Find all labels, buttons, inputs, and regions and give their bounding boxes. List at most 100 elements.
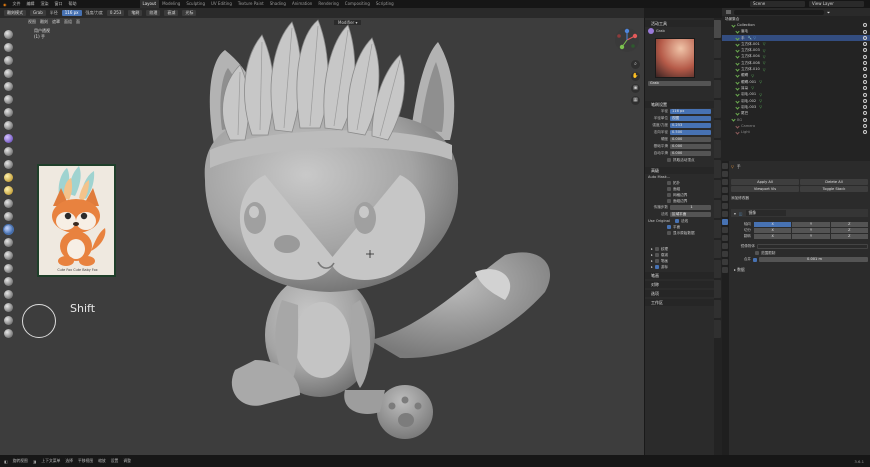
brush-selector[interactable]: Grab xyxy=(30,10,46,16)
modifier-wrench-icon[interactable] xyxy=(722,219,728,225)
pan-hand-icon[interactable]: ✋ xyxy=(631,72,640,81)
field-value[interactable]: 0.000 xyxy=(670,151,711,156)
section-symmetry[interactable]: 对称 xyxy=(645,281,714,288)
multiplane-scrape-icon[interactable] xyxy=(4,199,13,208)
clay-strips-brush-icon[interactable] xyxy=(4,69,13,78)
checkbox-box[interactable] xyxy=(667,181,671,185)
particles-tab-icon[interactable] xyxy=(722,227,728,233)
visibility-eye-icon[interactable] xyxy=(863,54,867,59)
layer-brush-icon[interactable] xyxy=(4,95,13,104)
axis-z-toggle[interactable]: Z xyxy=(830,222,868,227)
delete-all-button[interactable]: Delete All xyxy=(800,179,868,185)
checkbox-box[interactable] xyxy=(667,199,671,203)
radius-field[interactable]: 116 px xyxy=(61,10,82,16)
rotate-brush-icon[interactable] xyxy=(4,277,13,286)
texture-tab-icon[interactable] xyxy=(722,267,728,273)
data-subpanel[interactable]: ▸ 数据 xyxy=(731,266,868,273)
visibility-eye-icon[interactable] xyxy=(863,61,867,66)
visibility-eye-icon[interactable] xyxy=(863,105,867,110)
header-menu-falloff[interactable]: 衰减 xyxy=(164,10,179,16)
flip-z-toggle[interactable]: Z xyxy=(830,234,868,239)
workspace-tab-shading[interactable]: Shading xyxy=(267,0,289,8)
thumb-brush-icon[interactable] xyxy=(4,238,13,247)
checkbox-box[interactable] xyxy=(654,247,659,251)
move-tool-icon[interactable] xyxy=(4,316,13,325)
tab-addon-6[interactable] xyxy=(714,180,721,198)
workspace-tab-layout[interactable]: Layout xyxy=(139,0,160,8)
mirror-modifier-header[interactable]: ▾ ◫ 镜像 xyxy=(731,209,868,217)
brush-preview[interactable] xyxy=(655,38,695,78)
smooth-brush-icon[interactable] xyxy=(4,147,13,156)
subsection-cursor[interactable]: ▸ 游标 xyxy=(645,264,714,270)
tab-tool[interactable] xyxy=(714,20,721,38)
blob-brush-icon[interactable] xyxy=(4,121,13,130)
checkbox-box[interactable] xyxy=(654,265,659,269)
material-tab-icon[interactable] xyxy=(722,259,728,265)
scene-tab-icon[interactable] xyxy=(722,195,728,201)
menu-render[interactable]: 渲染 xyxy=(38,1,52,7)
checkbox-box[interactable] xyxy=(654,259,659,263)
expand-chevron-icon[interactable]: ▾ xyxy=(734,211,736,216)
zoom-icon[interactable]: ⌕ xyxy=(631,60,640,69)
active-tool-heading[interactable]: 活动工具 xyxy=(645,20,714,27)
outliner-item[interactable]: Light xyxy=(722,129,870,135)
visibility-eye-icon[interactable] xyxy=(863,35,867,40)
visibility-eye-icon[interactable] xyxy=(863,130,867,135)
header-menu-brush[interactable]: 笔刷 xyxy=(128,10,143,16)
menu-file[interactable]: 文件 xyxy=(10,1,24,7)
workspace-tab-rendering[interactable]: Rendering xyxy=(315,0,341,8)
camera-view-icon[interactable]: ▣ xyxy=(631,84,640,93)
checkbox-box[interactable] xyxy=(667,231,671,235)
pinch-brush-icon[interactable] xyxy=(4,212,13,221)
bisect-z-toggle[interactable]: Z xyxy=(830,228,868,233)
tab-addon-12[interactable] xyxy=(714,300,721,318)
field-value[interactable]: 区域平面 xyxy=(670,212,711,217)
axis-y-toggle[interactable]: Y xyxy=(792,222,830,227)
visibility-eye-icon[interactable] xyxy=(863,42,867,47)
mirror-object-field[interactable] xyxy=(757,244,868,249)
grab-tool-icon[interactable] xyxy=(648,27,654,34)
header-menu-cursor[interactable]: 光标 xyxy=(182,10,197,16)
toggle-stack-button[interactable]: Toggle Stack xyxy=(800,186,868,192)
workspace-tab-uv[interactable]: UV Editing xyxy=(208,0,235,8)
data-tab-icon[interactable] xyxy=(722,251,728,257)
show-original-checkbox[interactable]: 显示原始数据 xyxy=(645,230,714,236)
brush-name-field[interactable]: Grab xyxy=(648,81,711,86)
menu-help[interactable]: 帮助 xyxy=(66,1,80,7)
mode-selector[interactable]: 雕刻模式 xyxy=(4,10,26,16)
output-tab-icon[interactable] xyxy=(722,179,728,185)
tab-addon-11[interactable] xyxy=(714,280,721,298)
section-stroke[interactable]: 笔画 xyxy=(645,272,714,279)
flip-x-toggle[interactable]: X xyxy=(754,234,792,239)
tab-addon-13[interactable] xyxy=(714,320,721,338)
nudge-brush-icon[interactable] xyxy=(4,264,13,273)
projection-grid-icon[interactable]: ▦ xyxy=(631,96,640,105)
grab-brush-icon[interactable] xyxy=(4,134,13,143)
tab-addon-7[interactable] xyxy=(714,200,721,218)
workspace-tab-scripting[interactable]: Scripting xyxy=(373,0,397,8)
tab-addon-5[interactable] xyxy=(714,160,721,178)
physics-tab-icon[interactable] xyxy=(722,235,728,241)
world-tab-icon[interactable] xyxy=(722,203,728,209)
apply-all-button[interactable]: Apply All xyxy=(731,179,799,185)
axis-x-toggle[interactable]: X xyxy=(754,222,792,227)
visibility-eye-icon[interactable] xyxy=(863,124,867,129)
tab-item[interactable] xyxy=(714,60,721,78)
visibility-eye-icon[interactable] xyxy=(863,73,867,78)
add-modifier-dropdown[interactable]: 添加修改器 xyxy=(731,195,868,201)
checkbox-box[interactable] xyxy=(667,225,671,229)
field-value[interactable]: 0.253 xyxy=(670,123,711,128)
snake-hook-brush-icon[interactable] xyxy=(4,225,13,234)
visibility-eye-icon[interactable] xyxy=(863,29,867,34)
3d-viewport[interactable]: 视图 雕刻 遮罩 面组 面 Modifier ▾ 用户透视 (1) 手 Cute… xyxy=(0,18,644,455)
view-layer-tab-icon[interactable] xyxy=(722,187,728,193)
tab-addon-8[interactable] xyxy=(714,220,721,238)
mask-brush-icon[interactable] xyxy=(4,290,13,299)
merge-checkbox[interactable] xyxy=(753,257,757,262)
draw-brush-icon[interactable] xyxy=(4,30,13,39)
checkbox-box[interactable] xyxy=(667,193,671,197)
workspace-tab-animation[interactable]: Animation xyxy=(289,0,315,8)
visibility-eye-icon[interactable] xyxy=(863,86,867,91)
grab-active-vertex-checkbox[interactable]: 抓取活动顶点 xyxy=(645,157,714,163)
box-mask-icon[interactable] xyxy=(4,303,13,312)
